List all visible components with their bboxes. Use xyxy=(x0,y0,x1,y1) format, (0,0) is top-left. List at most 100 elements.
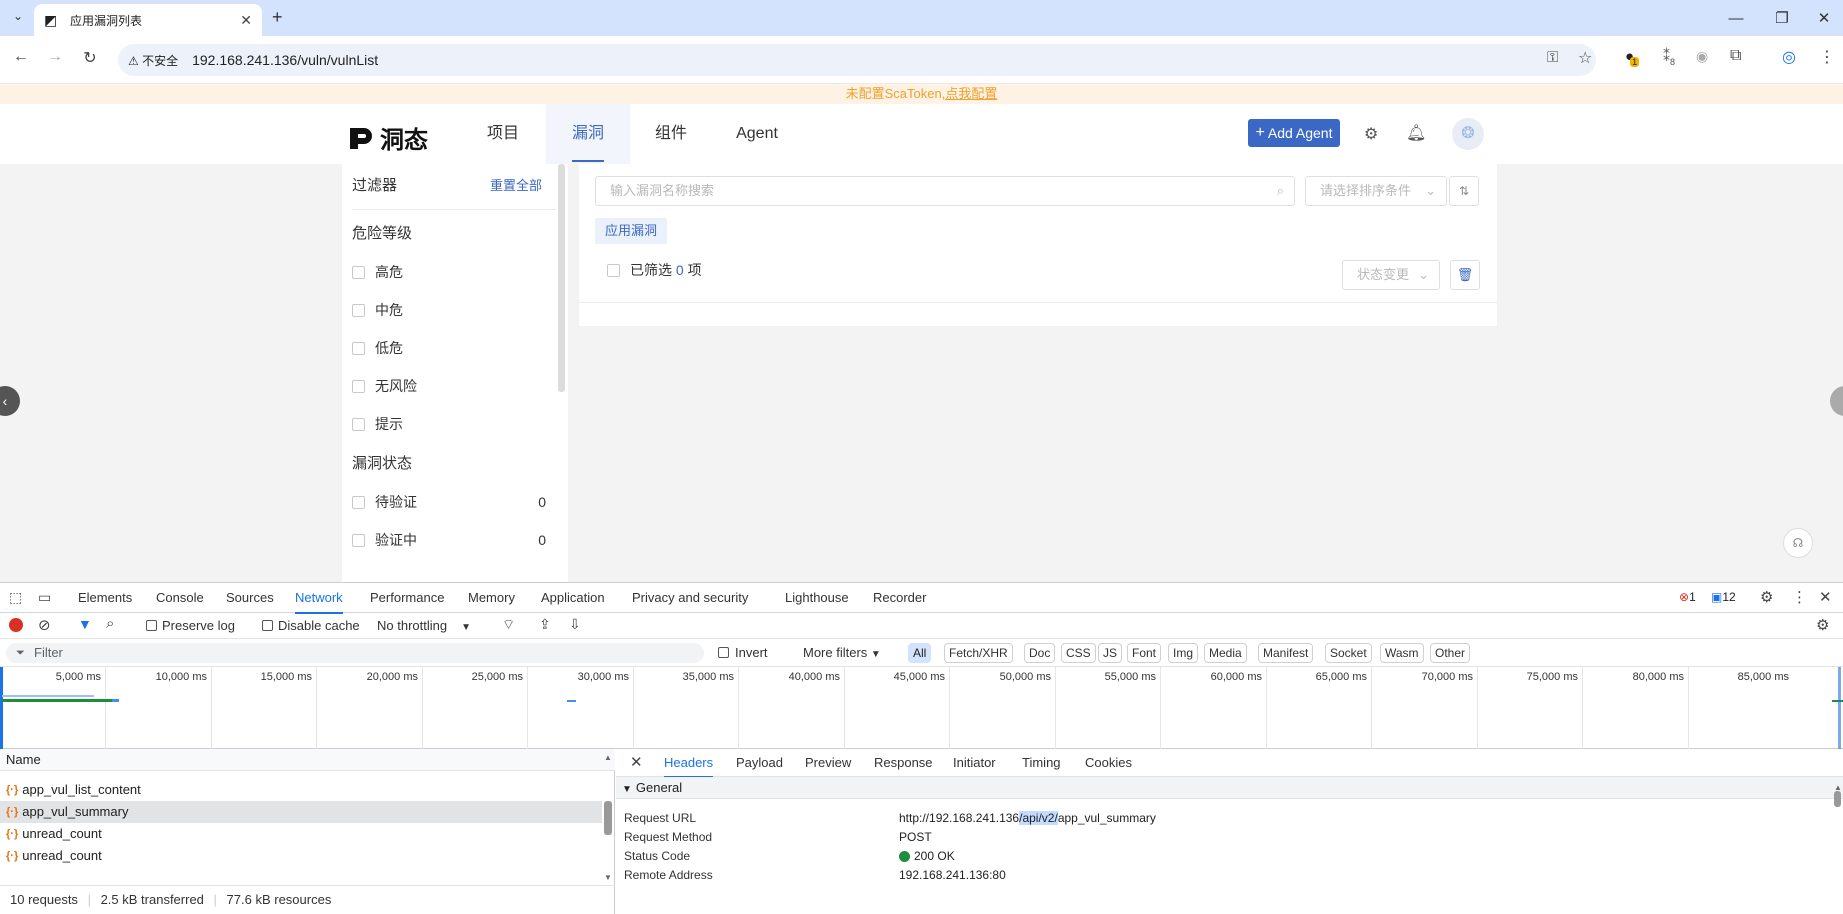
collapse-right-icon[interactable] xyxy=(1830,386,1843,416)
nav-item-projects[interactable]: 项目 xyxy=(470,104,536,164)
filter-funnel-icon[interactable]: ▼ xyxy=(78,616,92,632)
back-icon[interactable]: ← xyxy=(9,48,33,66)
message-badge[interactable]: ▣12 xyxy=(1711,590,1736,604)
detail-tab-preview[interactable]: Preview xyxy=(805,749,851,777)
type-filter-wasm[interactable]: Wasm xyxy=(1380,643,1424,663)
severity-option-info[interactable]: 提示 xyxy=(352,414,546,434)
close-tab-icon[interactable]: ✕ xyxy=(240,12,252,29)
detail-scrollbar[interactable] xyxy=(1834,791,1841,807)
minimize-icon[interactable]: — xyxy=(1713,0,1759,36)
general-section-header[interactable]: ▼ General xyxy=(616,777,1843,799)
extensions-puzzle-icon[interactable]: ⧉ xyxy=(1730,47,1741,65)
url-text[interactable]: 192.168.241.136/vuln/vulnList xyxy=(192,52,378,68)
not-secure-badge[interactable]: ⚠ 不安全 xyxy=(128,52,178,69)
checkbox[interactable] xyxy=(352,533,365,547)
checkbox[interactable] xyxy=(718,647,729,658)
delete-trash-icon[interactable]: 🗑︎ xyxy=(1450,260,1480,290)
browser-menu-icon[interactable]: ⋮ xyxy=(1819,47,1835,67)
type-filter-all[interactable]: All xyxy=(908,643,932,663)
request-row[interactable]: {·} app_vul_list_content xyxy=(0,779,602,801)
status-option-verifying[interactable]: 验证中 0 xyxy=(352,530,546,550)
checkbox[interactable] xyxy=(262,620,273,631)
disable-cache-toggle[interactable]: Disable cache xyxy=(262,618,360,633)
throttling-select[interactable]: No throttling ▼ xyxy=(377,618,471,633)
more-filters-dropdown[interactable]: More filters ▼ xyxy=(803,645,881,660)
header-value[interactable]: http://192.168.241.136/api/v2/app_vul_su… xyxy=(899,809,1156,827)
forward-icon[interactable]: → xyxy=(43,48,67,66)
extension-3-icon[interactable]: ◉ xyxy=(1696,48,1708,65)
bookmark-star-icon[interactable]: ☆ xyxy=(1578,48,1592,68)
notification-bell-icon[interactable]: 🔔︎ xyxy=(1406,123,1426,143)
import-har-icon[interactable]: ⇪ xyxy=(539,616,551,633)
type-filter-doc[interactable]: Doc xyxy=(1024,643,1056,663)
severity-option-high[interactable]: 高危 xyxy=(352,262,546,282)
reload-icon[interactable]: ↻ xyxy=(78,48,102,68)
export-har-icon[interactable]: ⇩ xyxy=(569,616,581,633)
sort-order-icon[interactable]: ⇅ xyxy=(1449,176,1479,206)
browser-tab[interactable]: ◩ 应用漏洞列表 ✕ xyxy=(34,4,262,36)
error-badge[interactable]: ⊗1 xyxy=(1679,590,1696,604)
type-filter-other[interactable]: Other xyxy=(1430,643,1471,663)
devtools-tab-performance[interactable]: Performance xyxy=(370,583,444,613)
detail-tab-timing[interactable]: Timing xyxy=(1022,749,1061,777)
request-row[interactable]: {·} unread_count xyxy=(0,845,602,867)
preserve-log-toggle[interactable]: Preserve log xyxy=(146,618,235,633)
checkbox[interactable] xyxy=(352,303,365,317)
checkbox[interactable] xyxy=(352,495,365,509)
checkbox[interactable] xyxy=(146,620,157,631)
network-settings-icon[interactable]: ⚙ xyxy=(1816,616,1829,634)
invert-toggle[interactable]: Invert xyxy=(718,645,768,660)
checkbox[interactable] xyxy=(352,341,365,355)
devtools-tab-memory[interactable]: Memory xyxy=(468,583,515,613)
header-value[interactable]: 200 OK xyxy=(899,847,955,865)
close-detail-icon[interactable]: ✕ xyxy=(630,753,643,771)
nav-item-vulns[interactable]: 漏洞 xyxy=(546,104,630,164)
extension-1-icon[interactable]: ●1 xyxy=(1625,48,1643,67)
network-filter-input[interactable]: ⏷ Filter xyxy=(6,643,704,663)
detail-tab-payload[interactable]: Payload xyxy=(736,749,783,777)
search-icon[interactable]: ⌕ xyxy=(106,615,114,632)
password-key-icon[interactable]: ⚿ xyxy=(1547,49,1558,66)
severity-option-none[interactable]: 无风险 xyxy=(352,376,546,396)
address-bar[interactable]: ⚠ 不安全 192.168.241.136/vuln/vulnList xyxy=(118,44,1596,76)
header-value[interactable]: POST xyxy=(899,828,932,846)
devtools-tab-lighthouse[interactable]: Lighthouse xyxy=(785,583,849,613)
checkbox[interactable] xyxy=(352,379,365,393)
inspect-element-icon[interactable]: ⬚ xyxy=(9,589,22,606)
logo[interactable]: 洞态 xyxy=(348,120,428,155)
settings-gear-icon[interactable]: ⚙ xyxy=(1364,124,1378,144)
extension-2-icon[interactable]: ⁑8 xyxy=(1663,48,1675,67)
type-filter-css[interactable]: CSS xyxy=(1061,643,1096,663)
configure-link[interactable]: ,点我配置 xyxy=(942,86,998,101)
devtools-tab-recorder[interactable]: Recorder xyxy=(873,583,926,613)
detail-tab-headers[interactable]: Headers xyxy=(664,749,714,778)
status-option-pending[interactable]: 待验证 0 xyxy=(352,492,546,512)
restore-icon[interactable]: ❐ xyxy=(1759,0,1805,36)
type-filter-socket[interactable]: Socket xyxy=(1325,643,1372,663)
severity-option-medium[interactable]: 中危 xyxy=(352,300,546,320)
type-filter-js[interactable]: JS xyxy=(1098,643,1123,663)
vuln-search-input[interactable]: 输入漏洞名称搜索 ⌕ xyxy=(595,176,1295,206)
device-toolbar-icon[interactable]: ▭ xyxy=(38,589,51,606)
profile-icon[interactable]: ◎ xyxy=(1782,47,1796,67)
status-change-select[interactable]: 状态变更 ⌄ xyxy=(1342,260,1440,290)
request-list-scrollbar[interactable] xyxy=(604,801,612,835)
clear-icon[interactable]: ⊘ xyxy=(38,616,51,634)
nav-item-components[interactable]: 组件 xyxy=(638,104,704,164)
devtools-tab-network[interactable]: Network xyxy=(295,583,343,614)
detail-tab-response[interactable]: Response xyxy=(874,749,933,777)
app-vuln-tag[interactable]: 应用漏洞 xyxy=(595,218,668,244)
network-timeline-overview[interactable]: 5,000 ms 10,000 ms 15,000 ms 20,000 ms 2… xyxy=(0,667,1843,749)
new-tab-button[interactable]: + xyxy=(272,7,283,28)
header-value[interactable]: 192.168.241.136:80 xyxy=(899,866,1006,884)
checkbox[interactable] xyxy=(352,265,365,279)
scroll-up-icon[interactable]: ▲ xyxy=(604,753,612,762)
collapse-left-icon[interactable]: ‹ xyxy=(0,386,20,416)
request-row-selected[interactable]: {·} app_vul_summary xyxy=(0,801,602,823)
type-filter-img[interactable]: Img xyxy=(1168,643,1199,663)
request-list-header[interactable]: Name xyxy=(0,749,615,771)
type-filter-font[interactable]: Font xyxy=(1127,643,1162,663)
type-filter-fetch-xhr[interactable]: Fetch/XHR xyxy=(944,643,1013,663)
type-filter-manifest[interactable]: Manifest xyxy=(1258,643,1314,663)
devtools-tab-console[interactable]: Console xyxy=(156,583,204,613)
